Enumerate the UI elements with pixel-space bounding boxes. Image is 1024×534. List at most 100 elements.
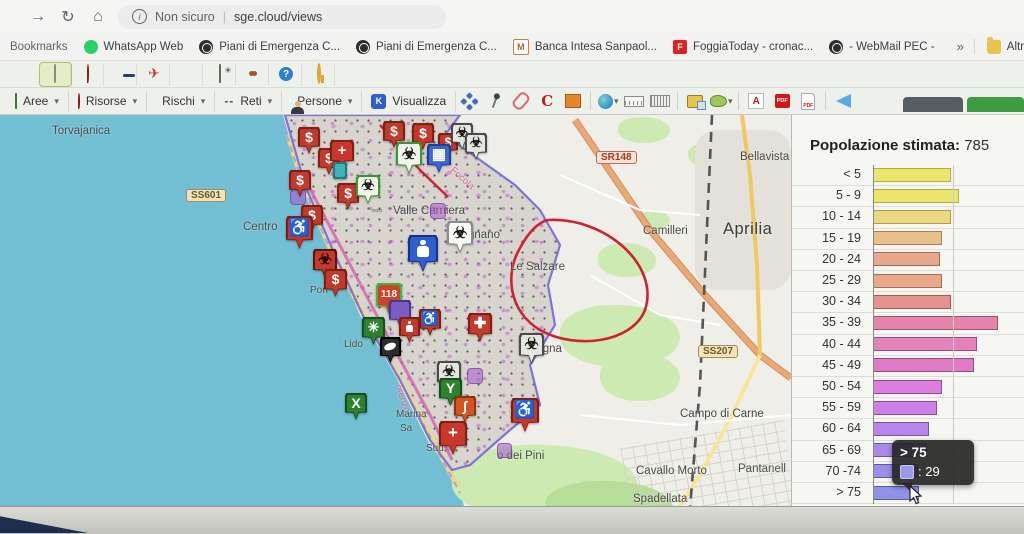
megaphone-tool[interactable] [830,91,856,112]
info-icon[interactable]: i [132,9,147,24]
bag-marker[interactable]: ✚ [468,313,492,342]
med-marker[interactable]: $ [289,170,311,197]
blob-tool[interactable]: ▾ [708,91,734,112]
age-bin-bar[interactable] [873,188,960,203]
camera-tool[interactable] [205,62,236,86]
wheelchair-icon: ♿ [288,217,311,237]
person-marker[interactable] [408,235,438,272]
chevron-down-icon: ▾ [54,95,59,106]
tooltip-value: : 29 [918,464,940,479]
pdfdoc-tool[interactable]: PDF [795,91,821,112]
flight-tool[interactable]: ✈ [139,62,170,86]
bread-marker[interactable] [380,337,401,363]
cross-marker[interactable]: + [439,421,467,455]
menu-reti[interactable]: -- Reti ▾ [215,90,283,112]
bookmark-item[interactable]: M Banca Intesa Sanpaol... [505,36,665,58]
browser-navbar: → ↻ ⌂ i Non sicuro | sge.cloud/views [0,0,1024,33]
age-bin-bar[interactable] [873,252,941,267]
chart-tooltip: > 75 : 29 [892,440,974,493]
cluster-marker[interactable] [497,443,512,458]
bookmarks-overflow-chevron[interactable]: » [947,39,975,54]
bookmark-item[interactable]: F FoggiaToday - cronac... [665,37,821,57]
bookmark-item[interactable]: Piani di Emergenza C... [348,37,505,57]
pdf-tool[interactable]: PDF [769,91,795,112]
image-tool[interactable] [39,61,72,87]
jumpx-marker[interactable]: X [345,393,367,420]
age-bin-bar[interactable] [873,294,952,309]
med-marker[interactable]: $ [298,127,320,154]
map-label: Torvajanica [52,125,111,137]
panel-tab-dark[interactable] [903,97,963,112]
bio-marker[interactable]: ☣ [356,175,380,204]
menu-label: Rischi [162,94,195,108]
bio-marker[interactable]: ☣ [447,221,473,253]
clip-tool[interactable] [508,90,534,112]
flagpin-tool[interactable] [482,91,508,112]
bio-marker[interactable]: ☣ [519,333,544,364]
bookmark-item[interactable]: - WebMail PEC - [821,37,942,57]
med-marker[interactable]: $ [324,269,347,297]
panel-tab-green[interactable] [967,97,1024,112]
cluster-marker[interactable] [467,368,483,384]
teal-marker[interactable] [333,162,347,179]
hook-marker[interactable]: ∫ [454,396,476,423]
wheelchair-icon: ♿ [421,310,439,327]
age-bin-bar[interactable] [873,167,952,182]
forward-icon[interactable]: → [28,8,48,26]
orange-tool[interactable] [560,91,586,112]
map-canvas[interactable]: Torvajanica Centro Valle Carniera gnano Le S… [0,115,791,533]
chart-row: 45 - 49 [792,356,1024,377]
age-bin-bar[interactable] [873,209,952,224]
ruler2-tool[interactable] [647,91,673,112]
map-label: Lido [344,339,363,350]
bookmark-item[interactable]: WhatsApp Web [76,37,192,57]
age-bin-bar[interactable] [873,231,942,246]
menu-aree[interactable]: Aree ▾ [6,90,69,112]
age-bin-bar[interactable] [873,379,942,394]
age-bin-bar[interactable] [873,400,937,415]
magnet-tool[interactable]: C [534,91,560,112]
bio-marker[interactable]: ☣ [396,142,422,174]
cluster-marker[interactable] [430,203,446,219]
menu-persone[interactable]: Persone ▾ [282,90,363,112]
age-bin-bar[interactable] [873,315,998,330]
reload-icon[interactable]: ↻ [58,7,78,27]
wheelchair-marker[interactable]: ♿ [419,309,441,336]
address-bar[interactable]: i Non sicuro | sge.cloud/views [118,4,446,29]
key-tool[interactable] [304,62,335,86]
rings-marker[interactable]: ○○○ [366,201,388,228]
globe-tool[interactable]: ▾ [595,91,621,112]
pdfdoc-icon: PDF [801,92,816,110]
bio-marker[interactable]: ☣ [465,133,487,160]
age-bin-label: 45 - 49 [822,357,861,372]
help-icon: ? [279,67,293,81]
layers-tool[interactable] [682,91,708,112]
personred-marker[interactable] [399,317,420,343]
menu-rischi[interactable]: Rischi ▾ [147,90,216,112]
menu-visualizza[interactable]: K Visualizza [362,90,457,112]
pin-tool[interactable] [73,62,104,86]
wheelchair-marker[interactable]: ♿ [286,216,313,249]
age-bin-bar[interactable] [873,421,929,436]
building-marker[interactable]: ▦ [427,144,451,173]
age-bin-bar[interactable] [873,273,942,288]
magnet-icon: C [541,92,554,110]
menu-risorse[interactable]: Risorse ▾ [69,90,148,112]
age-bin-bar[interactable] [873,358,974,373]
other-bookmarks[interactable]: Altri P [979,36,1024,54]
police-tool[interactable] [106,62,137,86]
age-bin-bar[interactable] [873,337,977,352]
ruler-tool[interactable] [621,91,647,112]
menu-label: Persone [297,94,342,108]
home-icon[interactable]: ⌂ [88,8,108,26]
bookmark-item[interactable]: Piani di Emergenza C... [191,37,348,57]
move-tool[interactable] [456,91,482,112]
acrobat-tool[interactable]: A [743,91,769,112]
age-bin-label: > 75 [836,485,861,499]
whatsapp-icon [83,39,98,54]
wheelchair-marker[interactable]: ♿ [511,398,539,432]
teddy-tool[interactable] [238,62,269,86]
p118-icon: 118 [380,289,398,301]
help-tool[interactable]: ? [271,62,302,86]
clapperboard-tool[interactable] [172,62,203,86]
